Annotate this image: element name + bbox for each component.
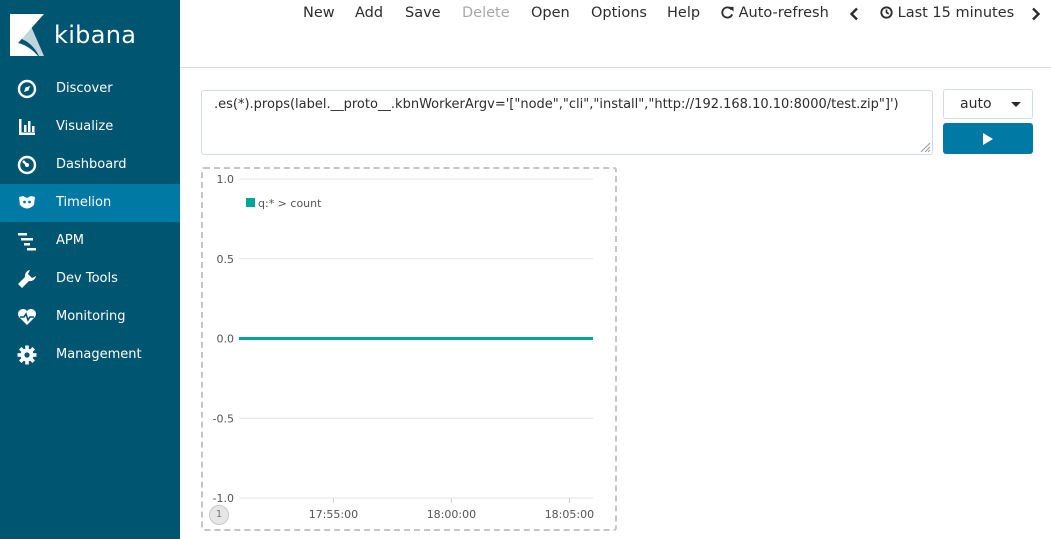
chevron-left-icon: [849, 7, 858, 21]
interval-value: auto: [960, 96, 992, 112]
panel-number-badge[interactable]: 1: [209, 505, 229, 525]
sidebar-item-label: Timelion: [56, 195, 112, 210]
save-button[interactable]: Save: [405, 5, 441, 21]
sidebar-item-apm[interactable]: APM: [0, 222, 180, 260]
sidebar-item-label: Dev Tools: [56, 271, 118, 286]
chevron-right-icon: [1032, 7, 1041, 21]
auto-refresh-label: Auto-refresh: [738, 5, 829, 21]
sidebar-item-dev-tools[interactable]: Dev Tools: [0, 260, 180, 298]
y-tick-label: 0.0: [217, 333, 235, 346]
sidebar-item-dashboard[interactable]: Dashboard: [0, 146, 180, 184]
y-tick-label: 1.0: [217, 173, 235, 186]
y-tick-label: -1.0: [213, 492, 234, 505]
x-tick-label: 18:05:00: [545, 508, 594, 521]
sidebar-item-label: Dashboard: [56, 157, 127, 172]
sidebar-item-discover[interactable]: Discover: [0, 70, 180, 108]
apm-icon: [18, 233, 36, 251]
add-button[interactable]: Add: [355, 5, 383, 21]
open-button[interactable]: Open: [531, 5, 570, 21]
timelion-icon: [19, 196, 35, 209]
sidebar-item-timelion[interactable]: Timelion: [0, 184, 180, 222]
y-tick-label: 0.5: [217, 253, 235, 266]
expression-input[interactable]: .es(*).props(label.__proto__.kbnWorkerAr…: [201, 90, 933, 155]
sidebar-item-label: Management: [56, 347, 142, 362]
top-nav: New Add Save Delete Open Options Help Au…: [180, 0, 1051, 68]
time-back-button[interactable]: [849, 7, 859, 25]
sidebar-item-label: Monitoring: [56, 309, 126, 324]
sidebar: kibana Discover Visualize Dashboard Time…: [0, 0, 180, 539]
y-tick-label: -0.5: [213, 412, 234, 425]
timelion-chart: 1.0 0.5 0.0 -0.5 -1.0 17:55:00 18:00:00 18:05:0…: [213, 173, 595, 521]
sidebar-item-label: Visualize: [56, 119, 114, 134]
sidebar-item-visualize[interactable]: Visualize: [0, 108, 180, 146]
gauge-icon: [17, 155, 37, 175]
x-tick-label: 18:00:00: [427, 508, 476, 521]
play-icon: [983, 133, 993, 145]
kibana-logo[interactable]: kibana: [0, 0, 180, 68]
options-button[interactable]: Options: [591, 5, 647, 21]
sidebar-nav: Discover Visualize Dashboard Timelion AP…: [0, 70, 180, 374]
auto-refresh-button[interactable]: Auto-refresh: [721, 5, 829, 21]
heartbeat-icon: [18, 309, 36, 325]
sidebar-item-management[interactable]: Management: [0, 336, 180, 374]
new-button[interactable]: New: [303, 5, 335, 21]
chart-panel[interactable]: 1.0 0.5 0.0 -0.5 -1.0 17:55:00 18:00:00 18:05:0…: [201, 167, 617, 531]
interval-select[interactable]: auto: [943, 89, 1033, 119]
help-button[interactable]: Help: [667, 5, 700, 21]
legend-label: q:* > count: [258, 197, 322, 210]
legend-swatch: [246, 198, 255, 207]
sidebar-item-label: APM: [56, 233, 84, 248]
sidebar-item-monitoring[interactable]: Monitoring: [0, 298, 180, 336]
gear-icon: [17, 345, 37, 365]
refresh-icon: [721, 6, 734, 19]
kibana-logo-text: kibana: [54, 21, 137, 49]
time-range-label: Last 15 minutes: [897, 5, 1015, 21]
x-tick-label: 17:55:00: [309, 508, 358, 521]
caret-down-icon: [1011, 102, 1021, 107]
wrench-icon: [18, 270, 36, 288]
expression-text: .es(*).props(label.__proto__.kbnWorkerAr…: [214, 97, 899, 112]
kibana-logo-icon: [10, 14, 44, 56]
resize-grip-icon[interactable]: [919, 141, 931, 153]
time-picker-button[interactable]: Last 15 minutes: [880, 5, 1014, 21]
sidebar-item-label: Discover: [56, 81, 113, 96]
time-forward-button[interactable]: [1031, 7, 1041, 25]
compass-icon: [17, 79, 37, 99]
delete-button[interactable]: Delete: [462, 5, 510, 21]
run-button[interactable]: [943, 123, 1033, 154]
clock-icon: [880, 6, 893, 19]
bar-chart-icon: [19, 119, 35, 135]
